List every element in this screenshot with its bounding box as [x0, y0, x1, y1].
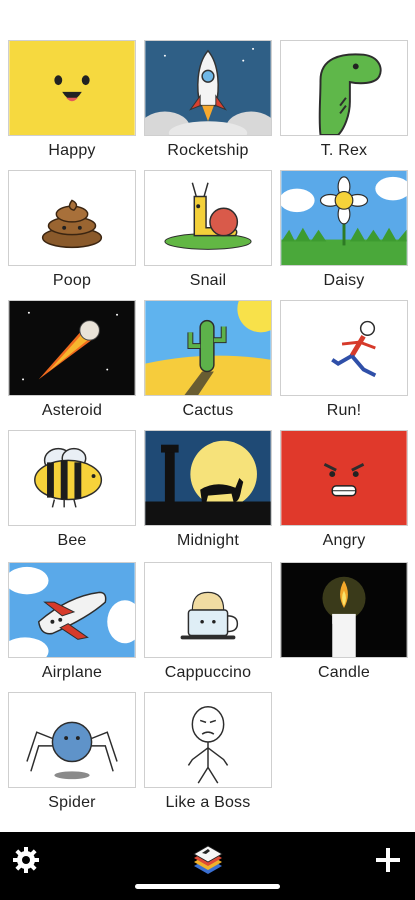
tile-label: Cappuccino — [164, 664, 252, 681]
tile-label: Run! — [326, 402, 362, 419]
tile-candle[interactable]: Candle — [280, 562, 408, 682]
poop-thumbnail — [8, 170, 136, 266]
tile-label: Angry — [322, 532, 366, 549]
tile-rocketship[interactable]: Rocketship — [144, 40, 272, 160]
cactus-thumbnail — [144, 300, 272, 396]
tile-like-a-boss[interactable]: Like a Boss — [144, 692, 272, 812]
tile-label: Snail — [189, 272, 227, 289]
t-rex-thumbnail — [280, 40, 408, 136]
rocketship-thumbnail — [144, 40, 272, 136]
tile-label: Spider — [48, 794, 96, 811]
tile-label: Happy — [48, 142, 96, 159]
tile-cappuccino[interactable]: Cappuccino — [144, 562, 272, 682]
asteroid-thumbnail — [8, 300, 136, 396]
tile-label: Candle — [318, 664, 370, 681]
flipbook-icon[interactable] — [190, 840, 226, 878]
daisy-thumbnail — [280, 170, 408, 266]
angry-thumbnail — [280, 430, 408, 526]
cappuccino-thumbnail — [144, 562, 272, 658]
tile-label: Like a Boss — [165, 794, 251, 811]
run-thumbnail — [280, 300, 408, 396]
tile-airplane[interactable]: Airplane — [8, 562, 136, 682]
happy-thumbnail — [8, 40, 136, 136]
tile-spider[interactable]: Spider — [8, 692, 136, 812]
tile-label: T. Rex — [320, 142, 368, 159]
plus-icon[interactable] — [374, 846, 402, 874]
tile-daisy[interactable]: Daisy — [280, 170, 408, 290]
like-a-boss-thumbnail — [144, 692, 272, 788]
gear-icon[interactable] — [12, 846, 40, 874]
tile-label: Cactus — [182, 402, 234, 419]
tile-label: Asteroid — [41, 402, 103, 419]
tile-happy[interactable]: Happy — [8, 40, 136, 160]
tile-label: Midnight — [176, 532, 240, 549]
tile-cactus[interactable]: Cactus — [144, 300, 272, 420]
tile-angry[interactable]: Angry — [280, 430, 408, 550]
tile-midnight[interactable]: Midnight — [144, 430, 272, 550]
tile-label: Daisy — [323, 272, 365, 289]
tile-bee[interactable]: Bee — [8, 430, 136, 550]
tile-label: Bee — [57, 532, 87, 549]
midnight-thumbnail — [144, 430, 272, 526]
tile-label: Poop — [52, 272, 92, 289]
tile-snail[interactable]: Snail — [144, 170, 272, 290]
tile-asteroid[interactable]: Asteroid — [8, 300, 136, 420]
snail-thumbnail — [144, 170, 272, 266]
bottom-toolbar — [0, 832, 415, 900]
tile-label: Airplane — [41, 664, 103, 681]
tile-poop[interactable]: Poop — [8, 170, 136, 290]
bee-thumbnail — [8, 430, 136, 526]
airplane-thumbnail — [8, 562, 136, 658]
candle-thumbnail — [280, 562, 408, 658]
home-indicator[interactable] — [135, 884, 280, 889]
tile-label: Rocketship — [167, 142, 249, 159]
tile-run[interactable]: Run! — [280, 300, 408, 420]
spider-thumbnail — [8, 692, 136, 788]
tile-t-rex[interactable]: T. Rex — [280, 40, 408, 160]
